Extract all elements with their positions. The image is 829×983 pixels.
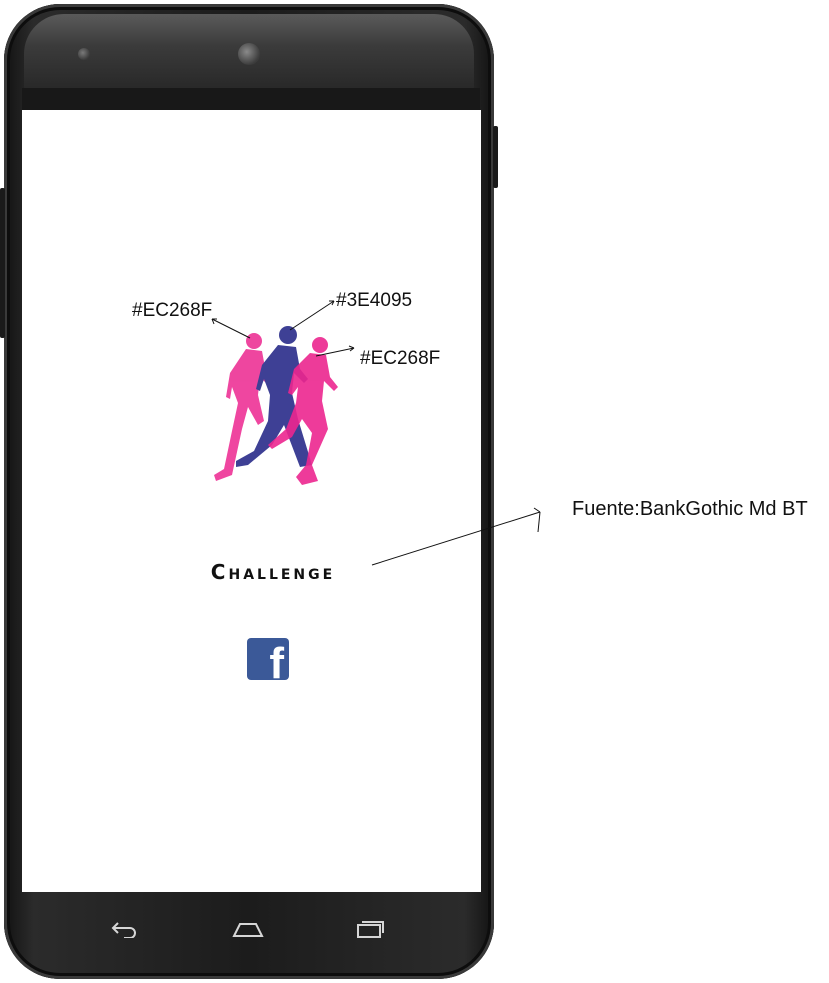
app-screen: #EC268F #3E4095 #EC268F Challenge f bbox=[22, 110, 481, 892]
power-button bbox=[493, 126, 498, 188]
logo-color-annotation-top: #3E4095 bbox=[336, 290, 413, 311]
runners-logo-icon bbox=[214, 326, 338, 485]
sensor-icon bbox=[78, 48, 90, 60]
facebook-icon: f bbox=[269, 639, 284, 681]
phone-frame: #EC268F #3E4095 #EC268F Challenge f bbox=[4, 4, 494, 979]
home-icon bbox=[232, 923, 264, 937]
nav-recents-button[interactable] bbox=[354, 916, 386, 942]
volume-button bbox=[0, 188, 5, 338]
status-bar-area bbox=[22, 88, 480, 112]
back-icon bbox=[111, 922, 136, 938]
front-camera-icon bbox=[238, 43, 260, 65]
nav-home-button[interactable] bbox=[232, 916, 264, 942]
logo-color-annotation-right: #EC268F bbox=[360, 348, 441, 369]
facebook-login-button[interactable]: f bbox=[247, 638, 289, 680]
recents-icon bbox=[357, 921, 384, 938]
app-title: Challenge bbox=[210, 560, 336, 584]
nav-back-button[interactable] bbox=[108, 916, 140, 942]
logo-color-annotation-left: #EC268F bbox=[132, 300, 213, 321]
font-annotation: Fuente:BankGothic Md BT bbox=[572, 498, 808, 520]
